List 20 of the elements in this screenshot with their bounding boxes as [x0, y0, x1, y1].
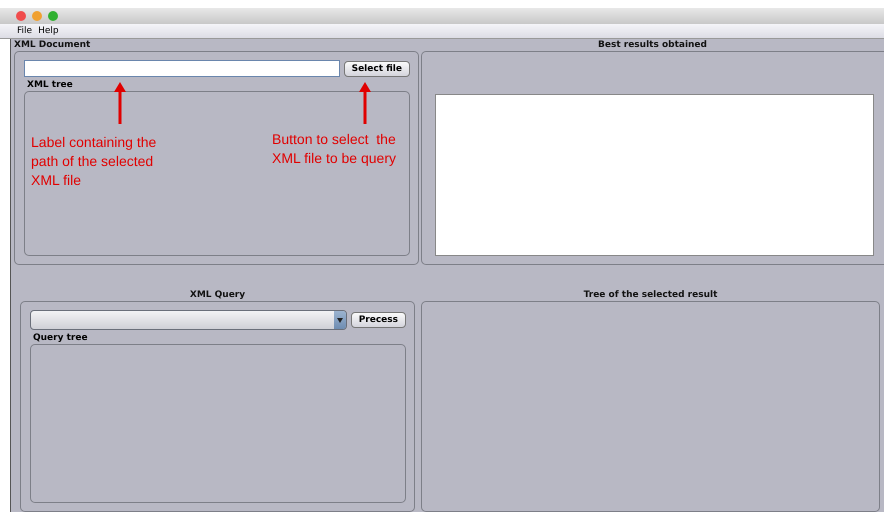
query-dropdown[interactable] [30, 310, 347, 330]
close-button[interactable] [16, 11, 26, 21]
zoom-button[interactable] [48, 11, 58, 21]
section-title: Best results obtained [597, 39, 708, 51]
path-field[interactable] [24, 60, 340, 77]
process-button[interactable]: Precess [350, 312, 406, 328]
tree-title: XML tree [27, 80, 74, 90]
section-title: XML Query [188, 289, 246, 301]
tree-title: Query tree [33, 333, 89, 343]
annotation-text: Button to select the XML file to be query [272, 130, 397, 168]
minimize-button[interactable] [32, 11, 42, 21]
menu-item[interactable]: Help [38, 26, 59, 36]
annotation-text: Label containing the path of the selected XML file [31, 133, 158, 190]
section-title: XML Document [14, 39, 92, 51]
arrow-icon [114, 82, 126, 124]
dropdown-arrow-icon [336, 318, 343, 322]
arrow-icon [359, 82, 371, 124]
section-title: Tree of the selected result [582, 289, 718, 301]
select-file-button[interactable]: Select file [344, 60, 410, 76]
menu-item[interactable]: File [17, 26, 32, 36]
